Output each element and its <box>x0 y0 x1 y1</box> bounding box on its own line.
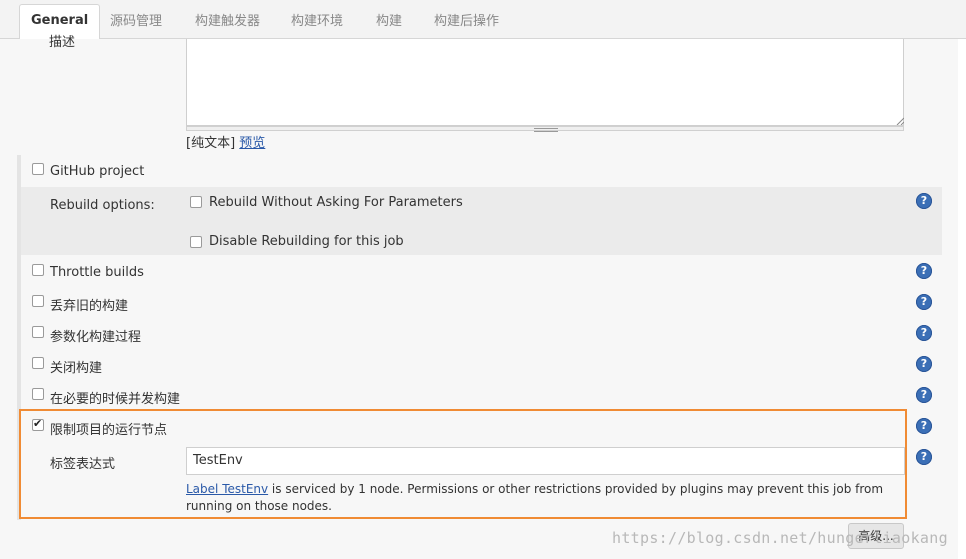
preview-link[interactable]: 预览 <box>239 136 265 151</box>
parameterized-help-icon[interactable]: ? <box>916 325 932 341</box>
tab-build-triggers[interactable]: 构建触发器 <box>195 10 260 29</box>
rebuild-options-label: Rebuild options: <box>50 198 155 213</box>
restrict-node-checkbox[interactable] <box>32 417 44 431</box>
plain-text-label: [纯文本] <box>186 136 236 151</box>
disable-rebuilding-checkbox[interactable] <box>190 236 202 248</box>
description-format-links: [纯文本] 预览 <box>186 132 265 151</box>
label-status-text: is serviced by 1 node. Permissions or ot… <box>186 482 884 513</box>
discard-old-builds-label: 丢弃旧的构建 <box>50 299 129 314</box>
github-project-checkbox[interactable] <box>32 163 44 175</box>
discard-old-builds-checkbox[interactable] <box>32 295 44 307</box>
disable-build-label: 关闭构建 <box>50 361 103 376</box>
resize-corner-icon[interactable] <box>896 117 904 125</box>
rebuild-options-block <box>21 187 942 255</box>
throttle-builds-help-icon[interactable]: ? <box>916 263 932 279</box>
github-project-label: GitHub project <box>50 164 145 179</box>
restrict-node-help-icon[interactable]: ? <box>916 418 932 434</box>
description-resize-grip[interactable] <box>186 126 904 132</box>
tab-build-environment[interactable]: 构建环境 <box>291 10 343 29</box>
discard-old-builds-help-icon[interactable]: ? <box>916 294 932 310</box>
parameterized-label: 参数化构建过程 <box>50 330 142 345</box>
tab-bar: General 源码管理 构建触发器 构建环境 构建 构建后操作 <box>0 0 966 40</box>
tab-build[interactable]: 构建 <box>376 10 402 29</box>
label-expression-label: 标签表达式 <box>50 457 116 472</box>
disable-build-help-icon[interactable]: ? <box>916 356 932 372</box>
description-textarea[interactable] <box>186 39 904 126</box>
general-panel: 描述 [纯文本] 预览 GitHub project Rebuild optio… <box>0 35 958 559</box>
watermark: https://blog.csdn.net/hungerliaokang <box>612 529 948 547</box>
description-label: 描述 <box>49 35 76 50</box>
concurrent-builds-checkbox[interactable] <box>32 388 44 400</box>
grip-handle-icon <box>534 128 558 132</box>
label-testenv-link[interactable]: Label TestEnv <box>186 482 268 496</box>
restrict-node-label: 限制项目的运行节点 <box>50 423 168 438</box>
label-expression-help-icon[interactable]: ? <box>916 449 932 465</box>
concurrent-builds-help-icon[interactable]: ? <box>916 387 932 403</box>
concurrent-builds-label: 在必要的时候并发构建 <box>50 392 181 407</box>
tab-post-build[interactable]: 构建后操作 <box>434 10 499 29</box>
disable-rebuilding-label: Disable Rebuilding for this job <box>209 234 404 249</box>
rebuild-without-asking-label: Rebuild Without Asking For Parameters <box>209 195 463 210</box>
throttle-builds-checkbox[interactable] <box>32 264 44 276</box>
label-expression-input[interactable]: TestEnv <box>186 447 905 475</box>
parameterized-checkbox[interactable] <box>32 326 44 338</box>
label-status-message: Label TestEnv is serviced by 1 node. Per… <box>186 481 904 515</box>
tab-source-code[interactable]: 源码管理 <box>110 10 162 29</box>
throttle-builds-label: Throttle builds <box>50 265 144 280</box>
rebuild-without-asking-checkbox[interactable] <box>190 196 202 208</box>
disable-build-checkbox[interactable] <box>32 357 44 369</box>
rebuild-help-icon[interactable]: ? <box>916 193 932 209</box>
